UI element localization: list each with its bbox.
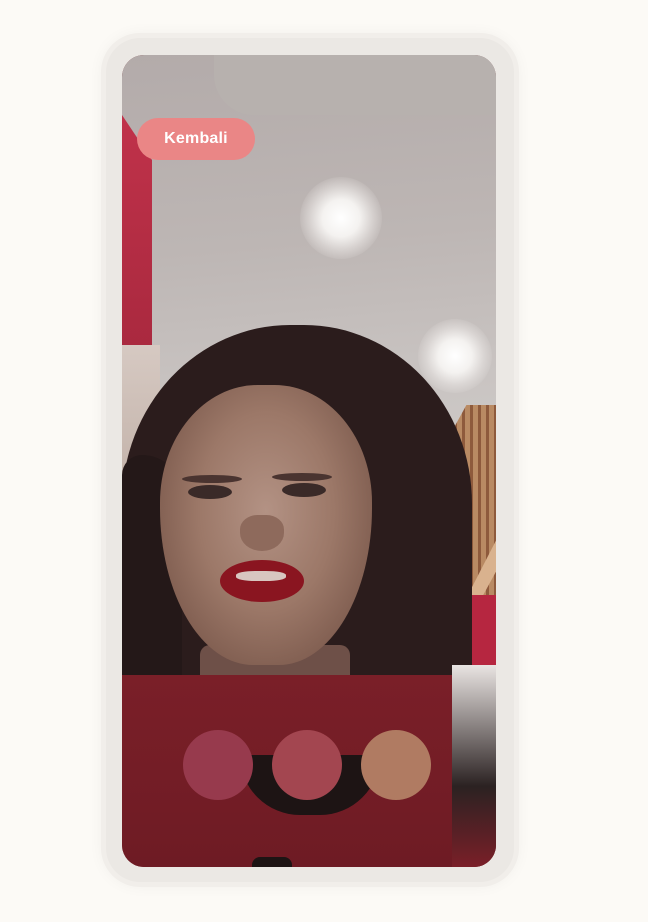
left-brow (182, 475, 242, 483)
right-shoulder (452, 665, 496, 867)
teeth (236, 571, 286, 581)
nose (240, 515, 284, 551)
lip-color-swatches (183, 730, 431, 800)
right-brow (272, 473, 332, 481)
ceiling-light-2 (418, 319, 492, 393)
swatch-rose[interactable] (272, 730, 342, 800)
ceiling-panel (214, 55, 496, 115)
swatch-plum[interactable] (183, 730, 253, 800)
right-eye (282, 483, 326, 497)
app-page: Kembali (0, 0, 648, 922)
back-button[interactable]: Kembali (137, 118, 255, 160)
left-eye (188, 485, 232, 499)
ceiling-light-1 (300, 177, 382, 259)
swatch-nude[interactable] (361, 730, 431, 800)
lips (220, 560, 304, 602)
bottom-detail (252, 857, 292, 867)
